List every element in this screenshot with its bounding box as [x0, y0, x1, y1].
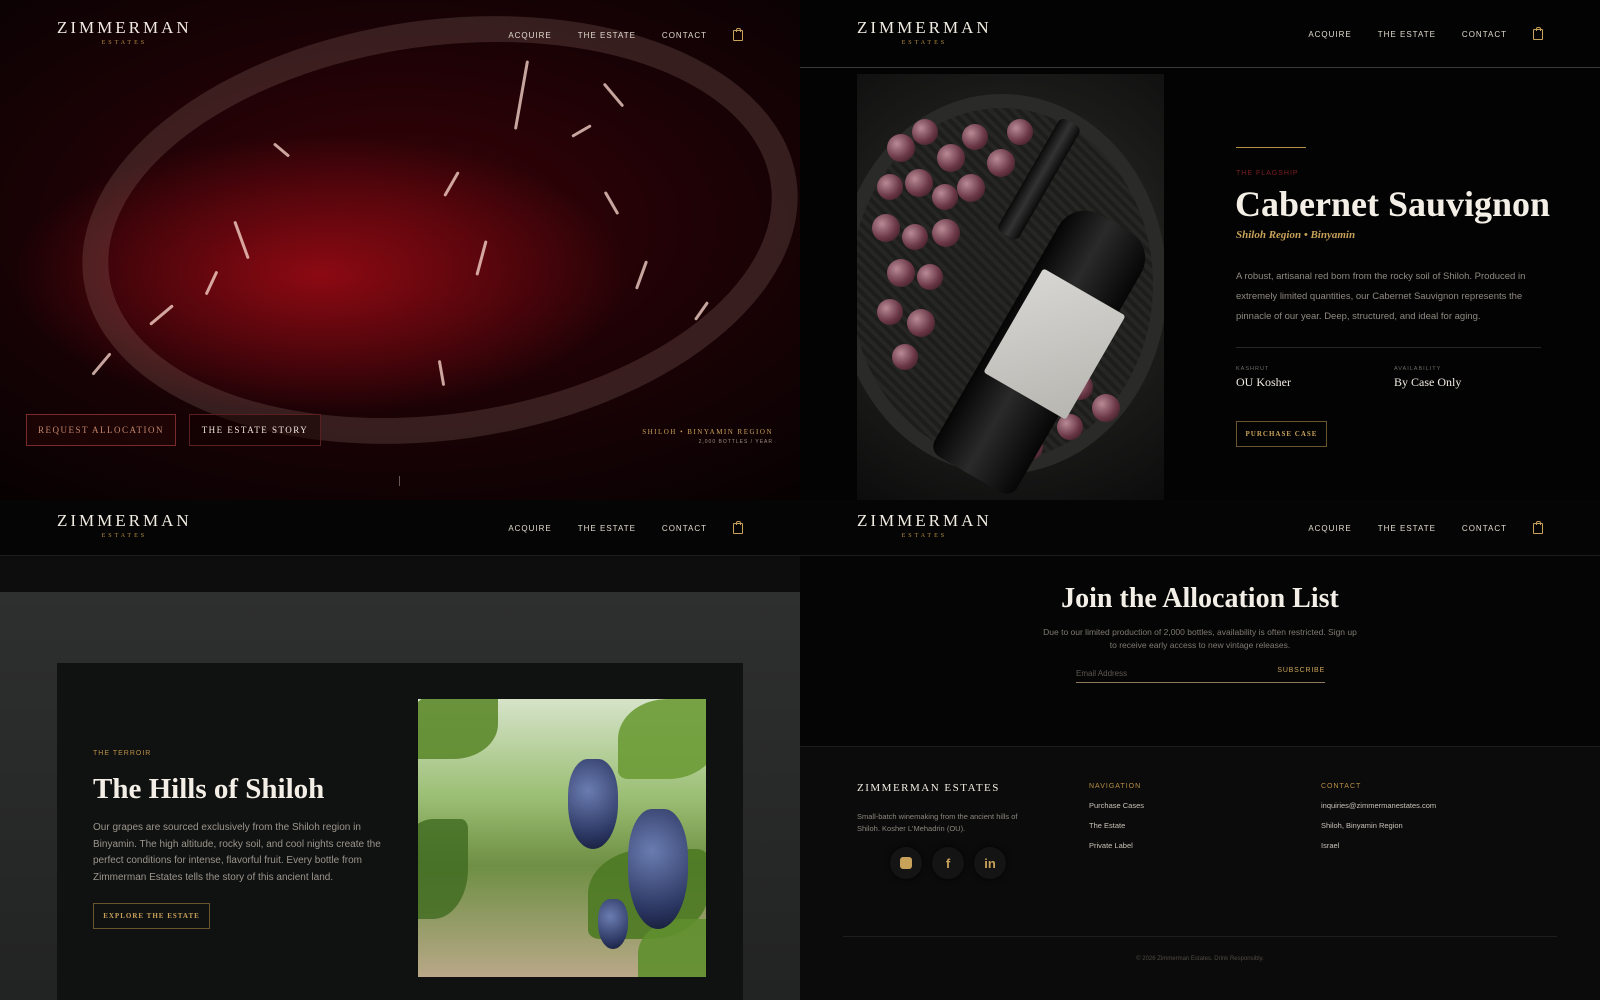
- logo-text: ZIMMERMAN: [857, 18, 992, 37]
- spec-label: KASHRUT: [1236, 366, 1270, 372]
- product-description: A robust, artisanal red born from the ro…: [1236, 271, 1526, 322]
- purchase-case-button[interactable]: PURCHASE CASE: [1236, 421, 1327, 447]
- allocation-title: Join the Allocation List: [1061, 583, 1339, 614]
- nav-the-estate[interactable]: THE ESTATE: [578, 31, 636, 40]
- footer-email-link[interactable]: inquiries@zimmermanestates.com: [1321, 801, 1436, 810]
- brand-logo[interactable]: ZIMMERMAN ESTATES: [857, 511, 992, 539]
- logo-subtext: ESTATES: [101, 40, 148, 46]
- nav-the-estate[interactable]: THE ESTATE: [578, 524, 636, 533]
- hero-location-text: SHILOH • BINYAMIN REGION: [642, 428, 773, 436]
- footer-link-the-estate[interactable]: The Estate: [1089, 821, 1144, 830]
- footer-contact: CONTACT inquiries@zimmermanestates.com S…: [1321, 783, 1436, 850]
- explore-estate-button[interactable]: EXPLORE THE ESTATE: [93, 903, 210, 929]
- email-input[interactable]: [1076, 665, 1266, 681]
- spec-label: AVAILABILITY: [1394, 366, 1442, 372]
- vineyard-image: [418, 699, 706, 977]
- section-spacer: [0, 556, 800, 592]
- product-title: Cabernet Sauvignon: [1235, 184, 1551, 224]
- logo-text: ZIMMERMAN: [57, 18, 192, 37]
- logo-subtext: ESTATES: [901, 40, 948, 46]
- cart-icon[interactable]: [733, 28, 743, 41]
- nav-menu: ACQUIRE THE ESTATE CONTACT: [508, 521, 743, 534]
- top-nav: ZIMMERMAN ESTATES ACQUIRE THE ESTATE CON…: [0, 0, 800, 68]
- nav-the-estate[interactable]: THE ESTATE: [1378, 30, 1436, 39]
- linkedin-icon[interactable]: in: [974, 847, 1006, 879]
- nav-menu: ACQUIRE THE ESTATE CONTACT: [1308, 27, 1543, 40]
- nav-the-estate[interactable]: THE ESTATE: [1378, 524, 1436, 533]
- social-links: f in: [890, 847, 1006, 879]
- footer-description: Small-batch winemaking from the ancient …: [857, 812, 1018, 833]
- product-bottle-image: [857, 74, 1164, 500]
- scroll-indicator: [399, 476, 400, 486]
- newsletter-form: SUBSCRIBE: [1076, 665, 1325, 683]
- brand-logo[interactable]: ZIMMERMAN ESTATES: [57, 511, 192, 539]
- product-region: Shiloh Region • Binyamin: [1236, 229, 1356, 241]
- logo-text: ZIMMERMAN: [857, 511, 992, 530]
- spec-kashrut: KASHRUT OU Kosher: [1236, 366, 1291, 390]
- estate-story-button[interactable]: THE ESTATE STORY: [189, 414, 321, 446]
- nav-menu: ACQUIRE THE ESTATE CONTACT: [1308, 521, 1543, 534]
- logo-subtext: ESTATES: [101, 533, 148, 539]
- gold-rule: [1236, 147, 1306, 148]
- nav-contact[interactable]: CONTACT: [662, 31, 707, 40]
- allocation-text: Due to our limited production of 2,000 b…: [1043, 627, 1357, 650]
- hero-section: ZIMMERMAN ESTATES ACQUIRE THE ESTATE CON…: [0, 0, 800, 500]
- footer-divider: [843, 936, 1557, 937]
- cart-icon[interactable]: [1533, 27, 1543, 40]
- allocation-section: ZIMMERMAN ESTATES ACQUIRE THE ESTATE CON…: [800, 500, 1600, 1000]
- footer-contact-heading: CONTACT: [1321, 783, 1362, 790]
- nav-contact[interactable]: CONTACT: [662, 524, 707, 533]
- top-nav: ZIMMERMAN ESTATES ACQUIRE THE ESTATE CON…: [800, 0, 1600, 68]
- nav-acquire[interactable]: ACQUIRE: [1308, 524, 1351, 533]
- cart-icon[interactable]: [733, 521, 743, 534]
- terroir-section: ZIMMERMAN ESTATES ACQUIRE THE ESTATE CON…: [0, 500, 800, 1000]
- nav-acquire[interactable]: ACQUIRE: [508, 524, 551, 533]
- spec-availability: AVAILABILITY By Case Only: [1394, 366, 1461, 390]
- spec-value: By Case Only: [1394, 375, 1462, 389]
- logo-text: ZIMMERMAN: [57, 511, 192, 530]
- product-eyebrow: THE FLAGSHIP: [1236, 170, 1299, 177]
- terroir-title: The Hills of Shiloh: [93, 773, 325, 805]
- footer-link-private-label[interactable]: Private Label: [1089, 841, 1144, 850]
- brand-logo[interactable]: ZIMMERMAN ESTATES: [57, 18, 192, 46]
- facebook-icon[interactable]: f: [932, 847, 964, 879]
- terroir-eyebrow: THE TERROIR: [93, 750, 152, 757]
- brand-logo[interactable]: ZIMMERMAN ESTATES: [857, 18, 992, 46]
- product-section: ZIMMERMAN ESTATES ACQUIRE THE ESTATE CON…: [800, 0, 1600, 500]
- request-allocation-button[interactable]: REQUEST ALLOCATION: [26, 414, 176, 446]
- nav-contact[interactable]: CONTACT: [1462, 524, 1507, 533]
- divider: [1236, 347, 1541, 348]
- footer-country: Israel: [1321, 841, 1340, 850]
- instagram-icon[interactable]: [890, 847, 922, 879]
- footer-nav-heading: NAVIGATION: [1089, 783, 1142, 790]
- hero-bottles-text: 2,000 BOTTLES / YEAR: [698, 439, 773, 445]
- footer-navigation: NAVIGATION Purchase Cases The Estate Pri…: [1089, 783, 1144, 850]
- hero-location: SHILOH • BINYAMIN REGION 2,000 BOTTLES /…: [642, 428, 773, 445]
- nav-menu: ACQUIRE THE ESTATE CONTACT: [508, 28, 743, 41]
- spec-value: OU Kosher: [1236, 375, 1291, 389]
- footer-link-purchase-cases[interactable]: Purchase Cases: [1089, 801, 1144, 810]
- top-nav: ZIMMERMAN ESTATES ACQUIRE THE ESTATE CON…: [800, 500, 1600, 556]
- logo-subtext: ESTATES: [901, 533, 948, 539]
- footer-brand: ZIMMERMAN ESTATES: [857, 782, 1000, 794]
- nav-acquire[interactable]: ACQUIRE: [508, 31, 551, 40]
- copyright: © 2026 Zimmerman Estates. Drink Responsi…: [1136, 956, 1264, 962]
- nav-acquire[interactable]: ACQUIRE: [1308, 30, 1351, 39]
- footer-address: Shiloh, Binyamin Region: [1321, 821, 1403, 830]
- cart-icon[interactable]: [1533, 521, 1543, 534]
- terroir-text: Our grapes are sourced exclusively from …: [93, 822, 381, 883]
- top-nav: ZIMMERMAN ESTATES ACQUIRE THE ESTATE CON…: [0, 500, 800, 556]
- subscribe-button[interactable]: SUBSCRIBE: [1277, 667, 1325, 674]
- nav-contact[interactable]: CONTACT: [1462, 30, 1507, 39]
